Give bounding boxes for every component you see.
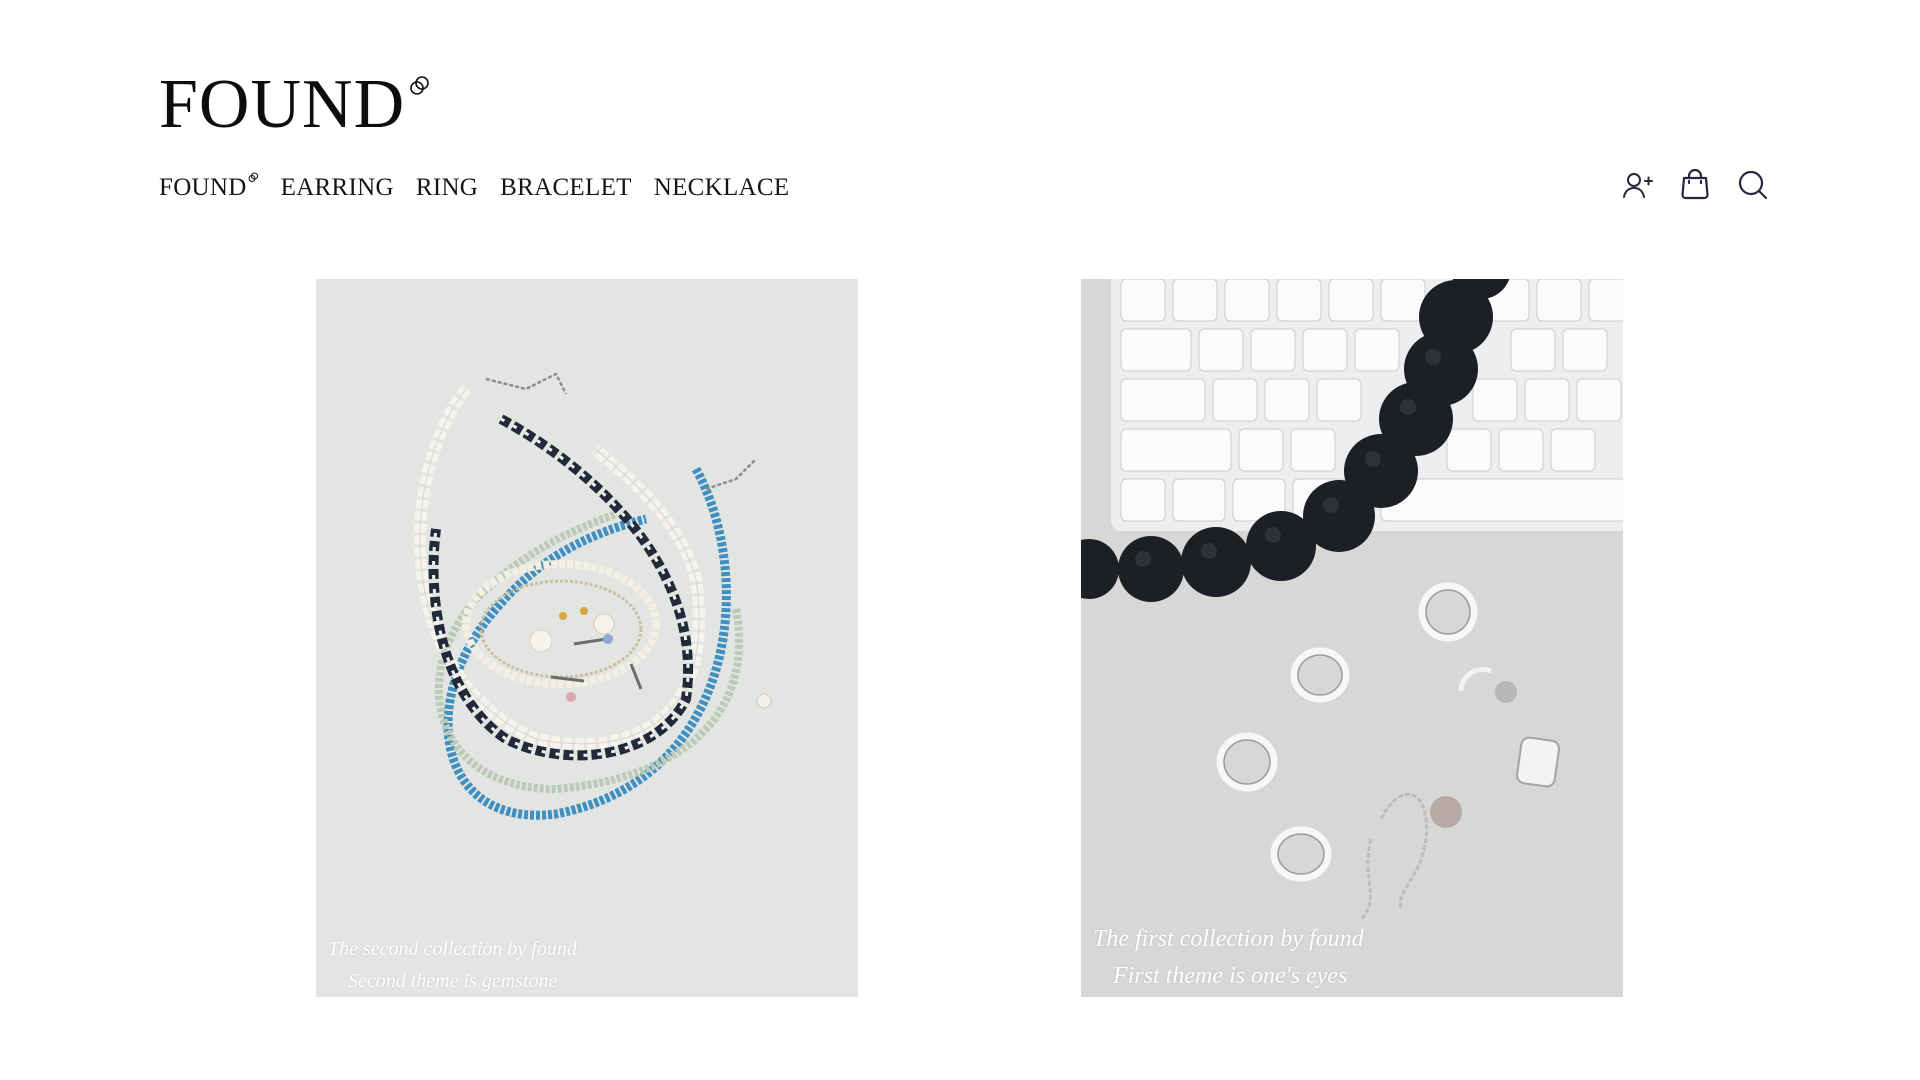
nav-item-earring[interactable]: EARRING bbox=[281, 172, 394, 204]
necklaces-and-earrings-photo bbox=[316, 279, 858, 997]
nav-item-necklace[interactable]: NECKLACE bbox=[654, 172, 790, 204]
collection-card-second[interactable]: The second collection by found Second th… bbox=[316, 279, 858, 997]
add-user-icon bbox=[1621, 169, 1653, 201]
nav-item-found[interactable]: FOUND bbox=[159, 172, 259, 204]
linked-rings-icon bbox=[248, 160, 259, 182]
nav-item-bracelet[interactable]: BRACELET bbox=[500, 172, 632, 204]
collection-caption: The first collection by found First them… bbox=[1093, 921, 1364, 995]
nav-item-ring[interactable]: RING bbox=[416, 172, 478, 204]
caption-line-2: Second theme is gemstone bbox=[348, 970, 558, 992]
linked-rings-icon bbox=[409, 40, 431, 95]
collection-card-first[interactable]: The first collection by found First them… bbox=[1081, 279, 1623, 997]
cart-button[interactable] bbox=[1678, 168, 1712, 202]
nav-item-label: FOUND bbox=[159, 174, 247, 201]
rings-and-black-beads-on-keyboard-photo bbox=[1081, 279, 1623, 997]
caption-line-2: First theme is one's eyes bbox=[1113, 963, 1348, 989]
search-button[interactable] bbox=[1736, 168, 1770, 202]
search-icon bbox=[1737, 169, 1769, 201]
page: FOUND FOUND EARRING RING BRACELET NECKLA… bbox=[0, 0, 1920, 1080]
caption-line-1: The second collection by found bbox=[328, 938, 577, 960]
shopping-bag-icon bbox=[1678, 168, 1712, 202]
collection-caption: The second collection by found Second th… bbox=[328, 933, 577, 997]
header-tools bbox=[1620, 168, 1770, 202]
caption-line-1: The first collection by found bbox=[1093, 926, 1364, 952]
brand-logo[interactable]: FOUND bbox=[159, 70, 431, 140]
account-button[interactable] bbox=[1620, 168, 1654, 202]
main-nav: FOUND EARRING RING BRACELET NECKLACE bbox=[159, 172, 789, 204]
brand-name: FOUND bbox=[159, 66, 406, 143]
